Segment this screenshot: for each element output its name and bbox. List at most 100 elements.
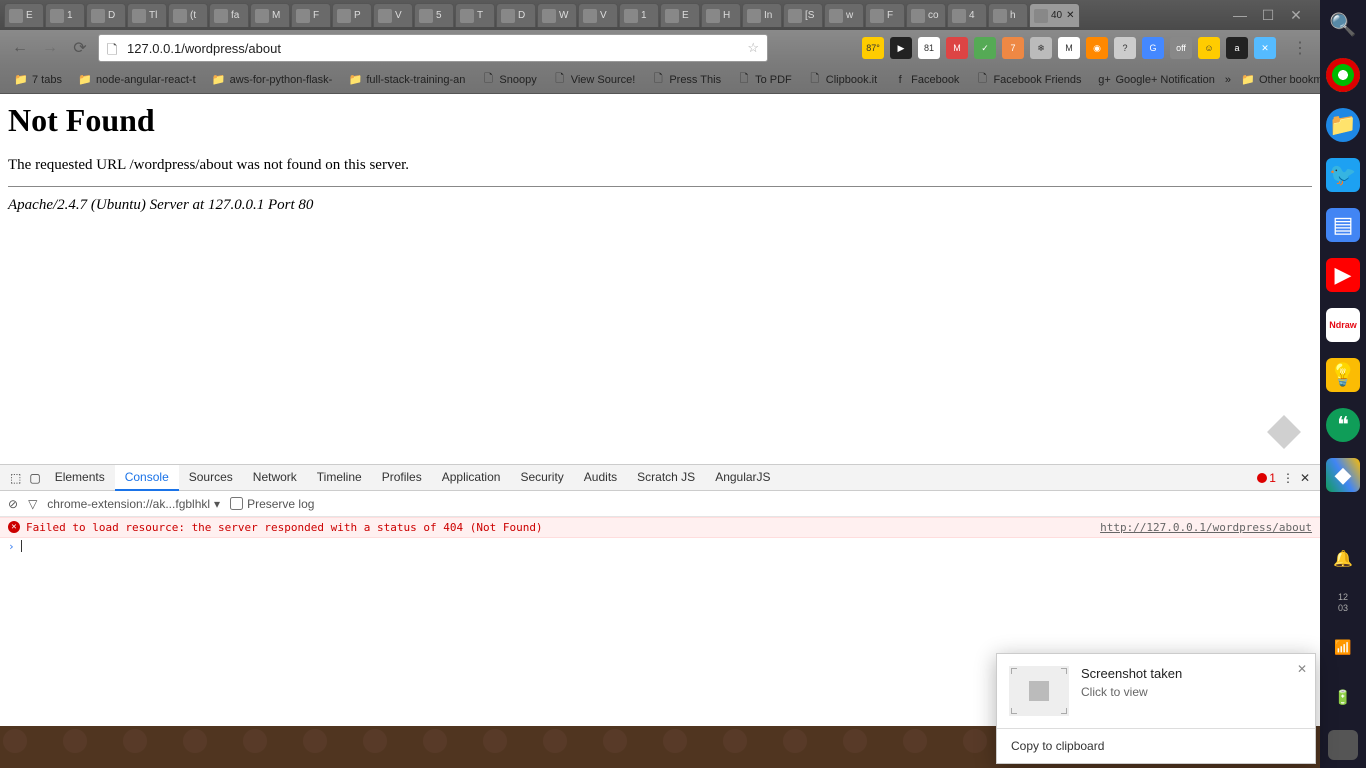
bookmark-item[interactable]: 📁aws-for-python-flask- <box>206 70 339 90</box>
twitter-icon[interactable]: 🐦 <box>1326 158 1360 192</box>
console-prompt[interactable]: › <box>0 538 1320 555</box>
browser-tab[interactable]: P <box>332 3 372 27</box>
bookmark-item[interactable]: 🗋To PDF <box>731 70 798 90</box>
extension-icon[interactable]: 87° <box>862 37 884 59</box>
menu-button[interactable]: ⋮ <box>1288 36 1312 60</box>
notification-thumbnail[interactable] <box>1009 666 1069 716</box>
minimize-button[interactable]: — <box>1230 5 1250 25</box>
maximize-button[interactable]: ☐ <box>1258 5 1278 25</box>
inspect-icon[interactable]: ⬚ <box>6 466 25 490</box>
devtools-tab-angularjs[interactable]: AngularJS <box>705 465 780 491</box>
bookmark-item[interactable]: 🗋Press This <box>645 70 727 90</box>
devtools-tab-profiles[interactable]: Profiles <box>372 465 432 491</box>
files-icon[interactable]: 📁 <box>1326 108 1360 142</box>
other-bookmarks[interactable]: 📁 Other bookmarks <box>1235 70 1320 90</box>
youtube-icon[interactable]: ▶ <box>1326 258 1360 292</box>
devtools-close-icon[interactable]: ✕ <box>1300 471 1310 485</box>
browser-tab[interactable]: F <box>291 3 331 27</box>
preserve-log-option[interactable]: Preserve log <box>230 497 314 511</box>
bookmark-item[interactable]: 📁node-angular-react-t <box>72 70 202 90</box>
avatar[interactable] <box>1328 730 1358 760</box>
search-icon[interactable]: 🔍 <box>1326 8 1360 42</box>
url-bar[interactable]: 🗋 ☆ <box>98 34 768 62</box>
browser-tab[interactable]: 5 <box>414 3 454 27</box>
browser-tab[interactable]: 1 <box>45 3 85 27</box>
devtools-tab-elements[interactable]: Elements <box>45 465 115 491</box>
bookmark-item[interactable]: 📁full-stack-training-an <box>342 70 471 90</box>
browser-tab[interactable]: co <box>906 3 946 27</box>
browser-tab[interactable]: 40✕ <box>1029 3 1080 27</box>
browser-tab[interactable]: E <box>660 3 700 27</box>
bookmark-item[interactable]: 🗋Snoopy <box>475 70 542 90</box>
extension-icon[interactable]: 81 <box>918 37 940 59</box>
device-icon[interactable]: ▢ <box>25 466 44 490</box>
tab-close-icon[interactable]: ✕ <box>1066 10 1074 21</box>
browser-tab[interactable]: fa <box>209 3 249 27</box>
chrome-icon[interactable] <box>1326 58 1360 92</box>
extension-icon[interactable]: ? <box>1114 37 1136 59</box>
browser-tab[interactable]: [S <box>783 3 823 27</box>
notifications-icon[interactable]: 🔔 <box>1326 542 1360 576</box>
extension-icon[interactable]: G <box>1142 37 1164 59</box>
scroll-indicator-icon[interactable] <box>1267 415 1301 449</box>
browser-tab[interactable]: 1 <box>619 3 659 27</box>
wifi-icon[interactable]: 📶 <box>1326 630 1360 664</box>
browser-tab[interactable]: (t <box>168 3 208 27</box>
browser-tab[interactable]: D <box>496 3 536 27</box>
browser-tab[interactable]: W <box>537 3 577 27</box>
bookmark-item[interactable]: fFacebook <box>887 70 965 90</box>
extension-icon[interactable]: ❄ <box>1030 37 1052 59</box>
forward-button[interactable]: → <box>38 36 62 60</box>
devtools-tab-application[interactable]: Application <box>432 465 511 491</box>
browser-tab[interactable]: H <box>701 3 741 27</box>
bookmark-item[interactable]: 🗋Clipbook.it <box>802 70 883 90</box>
extension-icon[interactable]: ✕ <box>1254 37 1276 59</box>
extension-icon[interactable]: ◉ <box>1086 37 1108 59</box>
context-selector[interactable]: chrome-extension://ak...fgblhkl ▾ <box>47 497 220 511</box>
devtools-tab-sources[interactable]: Sources <box>179 465 243 491</box>
devtools-tab-audits[interactable]: Audits <box>574 465 627 491</box>
notification-close-icon[interactable]: ✕ <box>1297 662 1307 676</box>
extension-icon[interactable]: 7 <box>1002 37 1024 59</box>
devtools-tab-timeline[interactable]: Timeline <box>307 465 372 491</box>
extension-icon[interactable]: a <box>1226 37 1248 59</box>
browser-tab[interactable]: D <box>86 3 126 27</box>
browser-tab[interactable]: T <box>455 3 495 27</box>
extension-icon[interactable]: ☺ <box>1198 37 1220 59</box>
browser-tab[interactable]: 4 <box>947 3 987 27</box>
hangouts-icon[interactable]: ❝ <box>1326 408 1360 442</box>
copy-to-clipboard-button[interactable]: Copy to clipboard <box>997 728 1315 763</box>
extension-icon[interactable]: ✓ <box>974 37 996 59</box>
error-source-link[interactable]: http://127.0.0.1/wordpress/about <box>1100 521 1312 534</box>
devtools-tab-console[interactable]: Console <box>115 465 179 491</box>
error-count[interactable]: 1 <box>1257 471 1276 485</box>
notification-subtitle[interactable]: Click to view <box>1081 685 1182 699</box>
extension-icon[interactable]: ▶ <box>890 37 912 59</box>
browser-tab[interactable]: w <box>824 3 864 27</box>
bookmark-item[interactable]: 🗋Facebook Friends <box>969 70 1087 90</box>
bookmarks-overflow-icon[interactable]: » <box>1225 74 1231 86</box>
bookmark-star-icon[interactable]: ☆ <box>747 40 759 56</box>
devtools-menu-icon[interactable]: ⋮ <box>1282 471 1294 485</box>
browser-tab[interactable]: V <box>578 3 618 27</box>
browser-tab[interactable]: h <box>988 3 1028 27</box>
bookmark-item[interactable]: 📁7 tabs <box>8 70 68 90</box>
battery-icon[interactable]: 🔋 <box>1326 680 1360 714</box>
netflix-icon[interactable]: Ndraw <box>1326 308 1360 342</box>
close-window-button[interactable]: ✕ <box>1286 5 1306 25</box>
browser-tab[interactable]: Tl <box>127 3 167 27</box>
browser-tab[interactable]: In <box>742 3 782 27</box>
drive-icon[interactable]: ◆ <box>1326 458 1360 492</box>
browser-tab[interactable]: E <box>4 3 44 27</box>
clear-console-icon[interactable]: ⊘ <box>8 497 18 511</box>
keep-icon[interactable]: 💡 <box>1326 358 1360 392</box>
browser-tab[interactable]: V <box>373 3 413 27</box>
filter-icon[interactable]: ▽ <box>28 497 37 511</box>
bookmark-item[interactable]: g+Google+ Notification <box>1091 70 1220 90</box>
reload-button[interactable]: ⟳ <box>68 36 92 60</box>
back-button[interactable]: ← <box>8 36 32 60</box>
clock[interactable]: 12 03 <box>1338 592 1348 614</box>
browser-tab[interactable]: M <box>250 3 290 27</box>
bookmark-item[interactable]: 🗋View Source! <box>547 70 642 90</box>
url-input[interactable] <box>127 41 747 56</box>
